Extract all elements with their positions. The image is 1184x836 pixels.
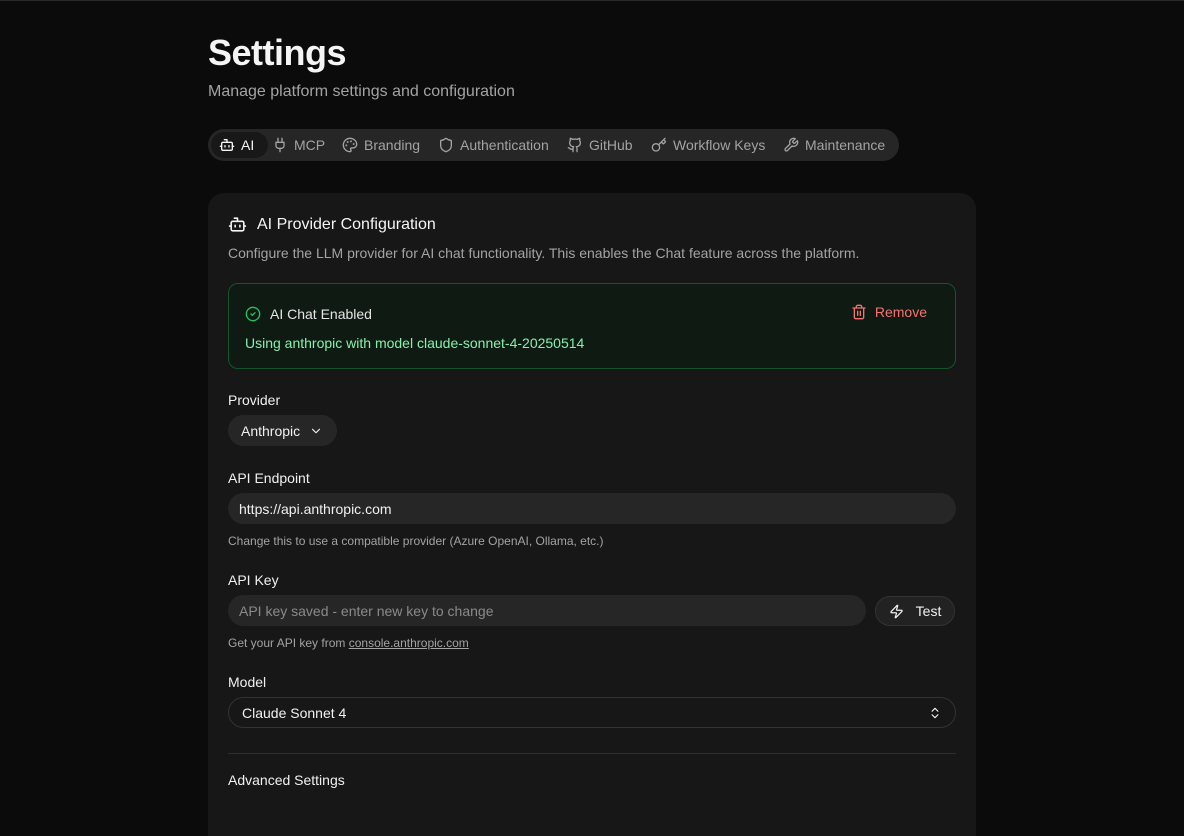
endpoint-hint: Change this to use a compatible provider… [228,534,604,548]
status-banner: AI Chat Enabled Using anthropic with mod… [228,283,956,369]
card-description: Configure the LLM provider for AI chat f… [228,245,860,261]
shield-icon [440,137,452,153]
tab-branding[interactable]: Branding [336,132,426,158]
divider [228,753,956,754]
tab-label: Branding [364,137,421,153]
remove-button[interactable]: Remove [851,304,927,320]
advanced-settings-toggle[interactable]: Advanced Settings [228,772,345,788]
model-value: Claude Sonnet 4 [242,704,347,721]
tab-authentication[interactable]: Authentication [432,132,555,158]
github-icon [567,137,582,153]
model-label: Model [228,674,267,690]
provider-select[interactable]: Anthropic [228,415,338,446]
page-subtitle: Manage platform settings and configurati… [208,83,515,100]
zap-icon [889,604,903,618]
tab-label: GitHub [589,137,633,153]
api-key-hint-text: Get your API key from [228,636,349,650]
tab-label: MCP [294,137,326,153]
api-key-hint: Get your API key from console.anthropic.… [228,636,469,650]
card-title: AI Provider Configuration [228,215,436,234]
plug-icon [275,137,285,153]
page-title: Settings [208,32,347,73]
status-heading: AI Chat Enabled [245,306,372,322]
api-key-input[interactable] [228,595,866,626]
test-label: Test [915,603,942,619]
status-heading-text: AI Chat Enabled [270,306,372,322]
top-border [0,0,1184,1]
tab-github[interactable]: GitHub [561,132,639,158]
key-icon [651,137,667,152]
tab-maintenance[interactable]: Maintenance [777,132,891,158]
settings-tabs: AI MCP Branding Authentication GitHub Wo… [208,129,899,161]
tab-label: AI [241,137,255,153]
tab-label: Authentication [460,137,549,153]
status-detail: Using anthropic with model claude-sonnet… [245,335,585,351]
model-select[interactable]: Claude Sonnet 4 [228,697,956,728]
tab-workflow-keys[interactable]: Workflow Keys [645,132,771,158]
chevrons-up-down-icon [931,707,939,718]
bot-icon [219,139,235,151]
tab-ai[interactable]: AI [211,132,268,158]
tab-label: Maintenance [805,137,886,153]
endpoint-input[interactable] [228,493,956,524]
check-circle-icon [245,306,261,322]
remove-label: Remove [874,304,927,320]
test-button[interactable]: Test [875,596,955,626]
chevron-down-icon [312,428,321,433]
api-key-label: API Key [228,572,279,588]
card-title-text: AI Provider Configuration [257,215,436,233]
provider-label: Provider [228,392,281,408]
endpoint-label: API Endpoint [228,470,310,486]
provider-value: Anthropic [241,422,301,439]
tab-label: Workflow Keys [673,137,766,153]
tab-mcp[interactable]: MCP [266,132,331,158]
ai-provider-card: AI Provider Configuration Configure the … [208,193,976,836]
wrench-icon [784,137,799,152]
console-link[interactable]: console.anthropic.com [349,636,469,650]
bot-icon [228,217,247,232]
palette-icon [342,137,358,153]
trash-icon [852,304,866,320]
